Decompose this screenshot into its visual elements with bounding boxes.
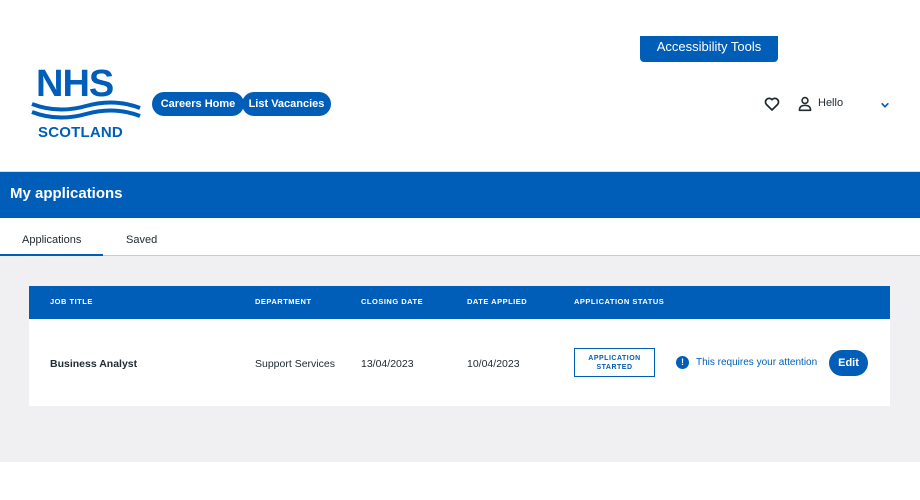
careers-home-button[interactable]: Careers Home	[152, 92, 244, 116]
main-content: JOB TITLE DEPARTMENT CLOSING DATE DATE A…	[0, 256, 920, 462]
status-line-2: STARTED	[596, 364, 633, 371]
header-application-status: APPLICATION STATUS	[574, 297, 665, 306]
page-title: My applications	[10, 185, 123, 202]
logo-scotland-text: SCOTLAND	[38, 124, 123, 141]
header-department: DEPARTMENT	[255, 297, 312, 306]
status-line-1: APPLICATION	[588, 355, 641, 362]
table-row: Business Analyst Support Services 13/04/…	[29, 319, 890, 406]
status-badge: APPLICATION STARTED	[574, 348, 655, 377]
tab-applications[interactable]: Applications	[22, 234, 81, 246]
nhs-scotland-logo[interactable]: NHS SCOTLAND	[28, 64, 144, 146]
accessibility-tools-button[interactable]: Accessibility Tools	[640, 36, 778, 62]
job-title-cell[interactable]: Business Analyst	[50, 358, 137, 370]
user-icon[interactable]	[798, 96, 812, 112]
chevron-down-icon[interactable]	[880, 100, 890, 110]
attention-message: This requires your attention	[696, 357, 818, 368]
list-vacancies-button[interactable]: List Vacancies	[242, 92, 331, 116]
page-title-bar: My applications	[0, 172, 920, 218]
department-cell: Support Services	[255, 358, 335, 370]
heart-icon[interactable]	[764, 96, 780, 112]
header-date-applied: DATE APPLIED	[467, 297, 528, 306]
site-header: Accessibility Tools NHS SCOTLAND Careers…	[0, 0, 920, 172]
user-greeting[interactable]: Hello	[818, 97, 843, 109]
header-job-title: JOB TITLE	[50, 297, 93, 306]
date-applied-cell: 10/04/2023	[467, 358, 520, 370]
table-header: JOB TITLE DEPARTMENT CLOSING DATE DATE A…	[29, 286, 890, 319]
logo-nhs-text: NHS	[36, 63, 114, 105]
logo-waves-icon	[31, 100, 141, 120]
attention-icon: !	[676, 356, 689, 369]
applications-table: JOB TITLE DEPARTMENT CLOSING DATE DATE A…	[29, 286, 890, 406]
closing-date-cell: 13/04/2023	[361, 358, 414, 370]
tab-saved[interactable]: Saved	[126, 234, 157, 246]
header-closing-date: CLOSING DATE	[361, 297, 424, 306]
tabs-bar: Applications Saved	[0, 218, 920, 256]
edit-button[interactable]: Edit	[829, 350, 868, 376]
